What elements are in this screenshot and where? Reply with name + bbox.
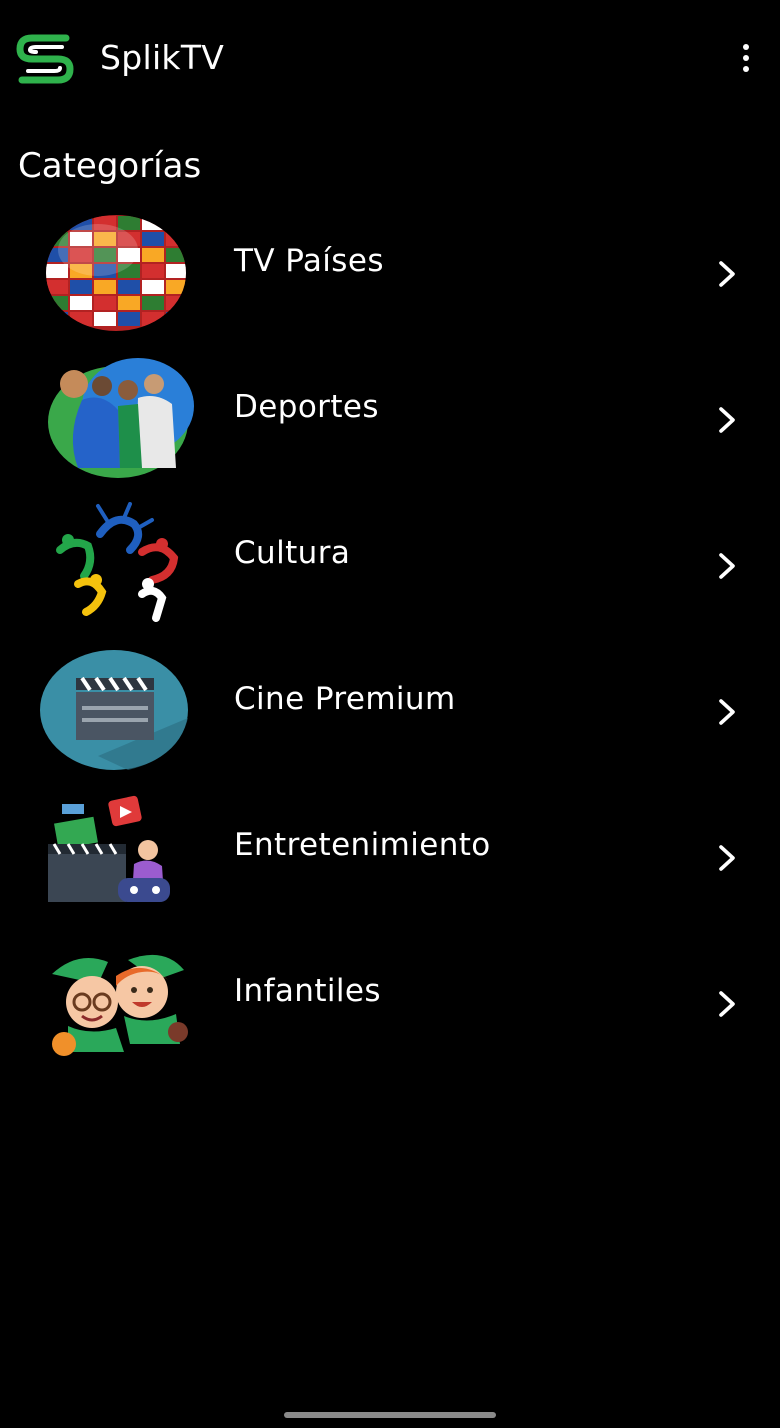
app-title: SplikTV: [100, 38, 225, 77]
app-screen: SplikTV Categorías TV Países Deportes Cu…: [0, 0, 780, 1428]
entertainment-media-icon: [48, 795, 170, 902]
more-vert-icon: [743, 44, 749, 50]
chevron-right-icon: [719, 699, 735, 725]
category-label: Cine Premium: [234, 681, 456, 717]
category-item-cultura[interactable]: Cultura: [0, 492, 780, 638]
category-label: Deportes: [234, 389, 379, 425]
section-title: Categorías: [18, 146, 202, 186]
category-label: Entretenimiento: [234, 827, 491, 863]
app-bar: SplikTV: [0, 0, 780, 116]
category-list: TV Países Deportes Cultura Cine Premium …: [0, 200, 780, 1076]
category-label: TV Países: [234, 243, 384, 279]
sports-athletes-icon: [48, 358, 194, 478]
chevron-right-icon: [719, 991, 735, 1017]
chevron-right-icon: [719, 261, 735, 287]
more-vert-icon-dot: [743, 66, 749, 72]
category-label: Infantiles: [234, 973, 381, 1009]
home-indicator[interactable]: [284, 1412, 496, 1418]
culture-dancers-icon: [56, 502, 179, 622]
clapperboard-icon: [40, 650, 188, 770]
category-label: Cultura: [234, 535, 351, 571]
world-flags-globe-icon: [46, 215, 186, 331]
category-item-cine-premium[interactable]: Cine Premium: [0, 638, 780, 784]
cartoon-kids-icon: [52, 954, 188, 1056]
more-options-button[interactable]: [728, 40, 764, 76]
chevron-right-icon: [719, 553, 735, 579]
category-item-tv-paises[interactable]: TV Países: [0, 200, 780, 346]
category-item-infantiles[interactable]: Infantiles: [0, 930, 780, 1076]
splik-logo-icon: [16, 34, 74, 84]
category-item-deportes[interactable]: Deportes: [0, 346, 780, 492]
more-vert-icon-dot: [743, 55, 749, 61]
chevron-right-icon: [719, 845, 735, 871]
chevron-right-icon: [719, 407, 735, 433]
category-item-entretenimiento[interactable]: Entretenimiento: [0, 784, 780, 930]
